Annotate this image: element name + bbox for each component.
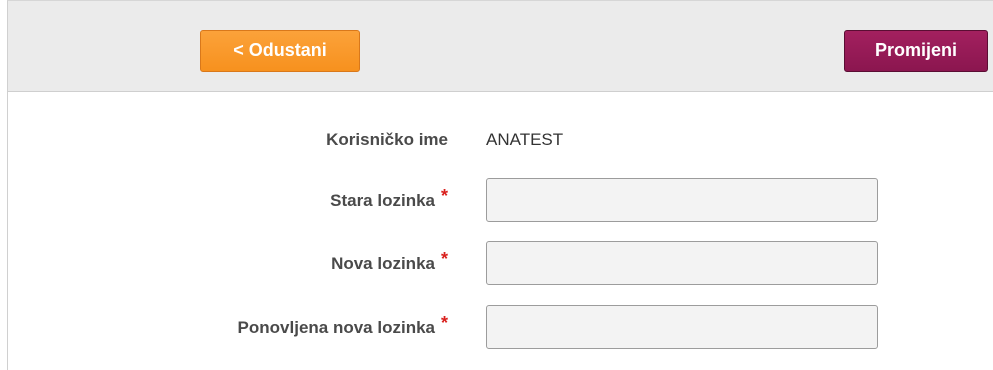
required-asterisk: * <box>440 249 448 269</box>
repeat-new-password-label: Ponovljena nova lozinka * <box>238 305 448 349</box>
old-password-label-text: Stara lozinka <box>330 191 435 210</box>
cancel-button[interactable]: < Odustani <box>200 30 360 72</box>
change-password-form: Korisničko ime ANATEST Stara lozinka * No… <box>8 92 993 370</box>
old-password-row: Stara lozinka * <box>8 178 993 222</box>
old-password-input[interactable] <box>486 178 878 222</box>
change-password-page: < Odustani Promijeni Korisničko ime ANAT… <box>0 0 993 370</box>
new-password-input[interactable] <box>486 241 878 285</box>
new-password-row: Nova lozinka * <box>8 241 993 285</box>
required-asterisk: * <box>440 186 448 206</box>
old-password-label: Stara lozinka * <box>330 178 448 222</box>
username-value: ANATEST <box>486 130 564 149</box>
change-button[interactable]: Promijeni <box>844 30 988 72</box>
repeat-new-password-row: Ponovljena nova lozinka * <box>8 305 993 349</box>
username-row: Korisničko ime ANATEST <box>8 118 993 162</box>
username-label: Korisničko ime <box>326 118 448 162</box>
new-password-label-text: Nova lozinka <box>331 254 435 273</box>
required-asterisk: * <box>440 313 448 333</box>
repeat-new-password-input[interactable] <box>486 305 878 349</box>
repeat-new-password-label-text: Ponovljena nova lozinka <box>237 318 435 337</box>
new-password-label: Nova lozinka * <box>331 241 448 285</box>
username-label-text: Korisničko ime <box>326 130 448 149</box>
